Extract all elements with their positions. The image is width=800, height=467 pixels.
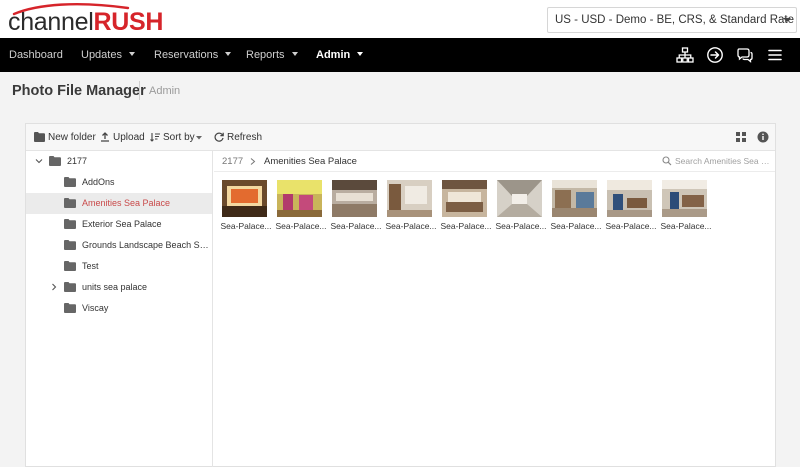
page-title: Photo File Manager bbox=[12, 83, 146, 99]
tree-item-amenities-sea-palace[interactable]: Amenities Sea Palace bbox=[26, 193, 212, 214]
photo-thumbnail-image bbox=[662, 180, 707, 217]
file-thumbnail[interactable]: Sea-Palace... bbox=[220, 179, 272, 237]
folder-icon bbox=[49, 156, 61, 166]
file-thumbnail[interactable]: Sea-Palace... bbox=[385, 179, 437, 237]
dropdown-caret-icon bbox=[357, 52, 364, 56]
file-thumbnail[interactable]: Sea-Palace... bbox=[330, 179, 382, 237]
title-divider bbox=[139, 81, 140, 100]
file-thumbnail[interactable]: Sea-Palace... bbox=[440, 179, 492, 237]
folder-icon bbox=[64, 303, 76, 313]
file-thumbnail[interactable]: Sea-Palace... bbox=[550, 179, 602, 237]
tree-item-addons[interactable]: AddOns bbox=[26, 172, 212, 193]
breadcrumb: 2177 Amenities Sea Palace Search Ameniti… bbox=[214, 151, 775, 172]
nav-updates[interactable]: Updates bbox=[81, 38, 135, 72]
file-manager-toolbar: New folder Upload Sort by Refresh bbox=[26, 124, 775, 151]
photo-thumbnail-image bbox=[552, 180, 597, 217]
brand-bar: channelRUSH US - USD - Demo - BE, CRS, &… bbox=[0, 0, 800, 38]
info-icon[interactable] bbox=[757, 131, 769, 143]
hamburger-menu-icon[interactable] bbox=[766, 46, 784, 64]
refresh-button[interactable]: Refresh bbox=[214, 124, 264, 151]
tree-item-viscay[interactable]: Viscay bbox=[26, 298, 212, 319]
nav-reservations[interactable]: Reservations bbox=[154, 38, 232, 72]
page-breadcrumb: Admin bbox=[149, 85, 181, 97]
tree-item-grounds-landscape[interactable]: Grounds Landscape Beach Sea Pa... bbox=[26, 235, 212, 256]
sort-icon bbox=[150, 133, 160, 142]
search-icon bbox=[662, 156, 672, 166]
upload-icon bbox=[101, 132, 109, 142]
sign-in-icon[interactable] bbox=[706, 46, 724, 64]
upload-button[interactable]: Upload bbox=[100, 124, 145, 151]
logo-text: channelRUSH bbox=[8, 8, 164, 36]
channelrush-logo[interactable]: channelRUSH bbox=[8, 2, 163, 36]
file-manager: New folder Upload Sort by Refresh 2177 A… bbox=[25, 123, 776, 467]
dropdown-caret-icon bbox=[225, 52, 232, 56]
search-placeholder: Search Amenities Sea P... bbox=[675, 156, 771, 166]
tree-item-test[interactable]: Test bbox=[26, 256, 212, 277]
photo-thumbnail-image bbox=[332, 180, 377, 217]
sort-by-button[interactable]: Sort by bbox=[150, 124, 206, 151]
grid-view-icon[interactable] bbox=[735, 131, 747, 143]
breadcrumb-root[interactable]: 2177 bbox=[222, 156, 243, 167]
photo-thumbnail-image bbox=[277, 180, 322, 217]
folder-icon bbox=[64, 198, 76, 208]
folder-icon bbox=[64, 219, 76, 229]
folder-tree: 2177 AddOns Amenities Sea Palace Exterio… bbox=[26, 151, 213, 467]
chevron-right-icon bbox=[250, 158, 256, 165]
tree-item-exterior-sea-palace[interactable]: Exterior Sea Palace bbox=[26, 214, 212, 235]
chevron-right-icon[interactable] bbox=[50, 283, 58, 291]
folder-icon bbox=[64, 240, 76, 250]
nav-reports[interactable]: Reports bbox=[246, 38, 298, 72]
tree-item-root[interactable]: 2177 bbox=[26, 151, 212, 172]
account-select[interactable]: US - USD - Demo - BE, CRS, & Standard Ra… bbox=[547, 7, 797, 33]
chevron-down-icon[interactable] bbox=[35, 157, 43, 165]
file-thumbnail[interactable]: Sea-Palace... bbox=[660, 179, 712, 237]
folder-icon bbox=[64, 177, 76, 187]
dropdown-caret-icon bbox=[128, 52, 135, 56]
file-thumbnail[interactable]: Sea-Palace... bbox=[605, 179, 657, 237]
refresh-icon bbox=[214, 132, 224, 142]
nav-admin[interactable]: Admin bbox=[316, 38, 364, 72]
chevron-down-icon bbox=[196, 136, 202, 140]
file-list-pane: 2177 Amenities Sea Palace Search Ameniti… bbox=[214, 151, 775, 467]
photo-thumbnail-image bbox=[387, 180, 432, 217]
tree-item-units-sea-palace[interactable]: units sea palace bbox=[26, 277, 212, 298]
chevron-down-icon bbox=[783, 18, 791, 22]
folder-icon bbox=[64, 282, 76, 292]
chat-icon[interactable] bbox=[736, 46, 754, 64]
file-thumbnail[interactable]: Sea-Palace... bbox=[495, 179, 547, 237]
folder-icon bbox=[34, 132, 45, 142]
nav-dashboard[interactable]: Dashboard bbox=[9, 38, 63, 72]
photo-thumbnail-image bbox=[497, 180, 542, 217]
folder-icon bbox=[64, 261, 76, 271]
breadcrumb-current: Amenities Sea Palace bbox=[264, 156, 357, 167]
search-input[interactable]: Search Amenities Sea P... bbox=[662, 154, 772, 169]
photo-thumbnail-image bbox=[222, 180, 267, 217]
photo-thumbnail-image bbox=[442, 180, 487, 217]
photo-thumbnail-image bbox=[607, 180, 652, 217]
file-thumbnail[interactable]: Sea-Palace... bbox=[275, 179, 327, 237]
sitemap-icon[interactable] bbox=[676, 46, 694, 64]
main-navbar: Dashboard Updates Reservations Reports A… bbox=[0, 38, 800, 72]
dropdown-caret-icon bbox=[291, 52, 298, 56]
new-folder-button[interactable]: New folder bbox=[34, 124, 98, 151]
account-select-value: US - USD - Demo - BE, CRS, & Standard Ra… bbox=[555, 14, 796, 26]
